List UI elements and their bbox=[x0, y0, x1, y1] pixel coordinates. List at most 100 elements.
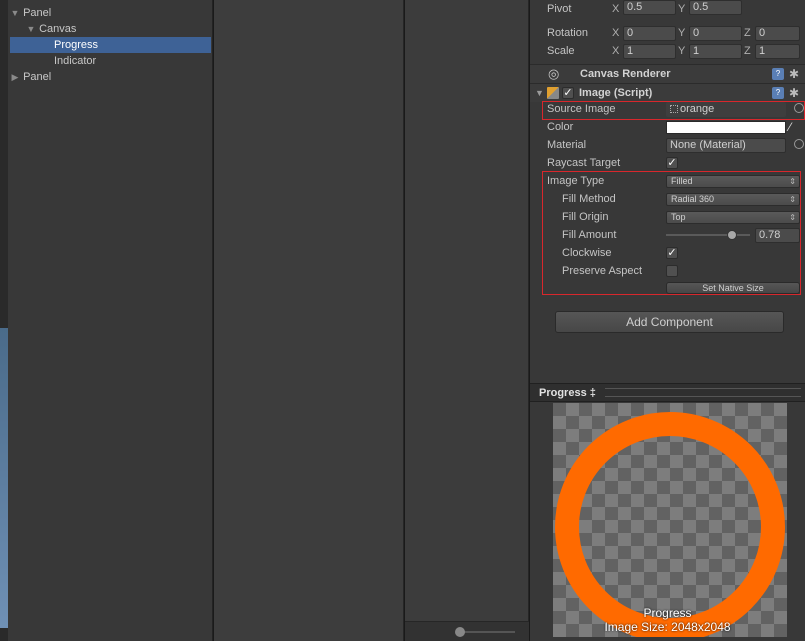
fill-origin-label: Fill Origin bbox=[562, 211, 609, 223]
left-edge-strip bbox=[0, 0, 8, 641]
clockwise-checkbox[interactable]: ✓ bbox=[666, 247, 678, 259]
dropdown-arrow-icon: ⇕ bbox=[789, 177, 796, 186]
color-swatch[interactable] bbox=[666, 121, 786, 134]
scale-x-axis: X bbox=[612, 45, 620, 57]
fill-amount-label: Fill Amount bbox=[562, 229, 617, 241]
hierarchy-item-label: Canvas bbox=[39, 23, 77, 35]
enable-checkbox[interactable]: ✓ bbox=[562, 87, 574, 99]
blue-edge-fill bbox=[0, 328, 8, 628]
pivot-label: Pivot bbox=[547, 3, 572, 15]
source-image-value: orange bbox=[680, 103, 715, 115]
hierarchy-item-label: Panel bbox=[23, 7, 52, 19]
hierarchy-item-panel-2[interactable]: ▶ Panel bbox=[10, 69, 211, 85]
source-image-row: Source Image orange bbox=[530, 100, 805, 118]
rotation-y-field[interactable]: 0 bbox=[689, 26, 742, 41]
fill-origin-value: Top bbox=[671, 212, 686, 222]
source-image-field[interactable]: orange bbox=[666, 102, 786, 117]
fill-method-dropdown[interactable]: Radial 360 ⇕ bbox=[666, 193, 800, 206]
rotation-x-axis: X bbox=[612, 27, 620, 39]
color-row: Color ⁄ bbox=[530, 118, 805, 136]
material-row: Material None (Material) bbox=[530, 136, 805, 154]
fill-amount-slider-track[interactable] bbox=[666, 234, 750, 236]
set-native-size-button[interactable]: Set Native Size bbox=[666, 282, 800, 294]
pivot-x-field[interactable]: 0.5 bbox=[623, 0, 676, 15]
scale-x-field[interactable]: 1 bbox=[623, 44, 676, 59]
rotation-z-axis: Z bbox=[744, 27, 751, 39]
expand-arrow-icon[interactable]: ▼ bbox=[10, 5, 20, 21]
fill-origin-row: Fill Origin Top ⇕ bbox=[530, 208, 805, 226]
rotation-x-field[interactable]: 0 bbox=[623, 26, 676, 41]
color-label: Color bbox=[547, 121, 574, 133]
resize-grip[interactable] bbox=[605, 388, 801, 397]
raycast-target-checkbox[interactable]: ✓ bbox=[666, 157, 678, 169]
rotation-y-axis: Y bbox=[678, 27, 686, 39]
game-view[interactable] bbox=[405, 0, 529, 641]
gear-icon[interactable]: ✱ bbox=[789, 68, 801, 80]
raycast-target-row: Raycast Target ✓ bbox=[530, 154, 805, 172]
help-book-icon[interactable]: ? bbox=[772, 68, 784, 80]
material-field[interactable]: None (Material) bbox=[666, 138, 786, 153]
hierarchy-item-panel[interactable]: ▼ Panel bbox=[10, 5, 211, 21]
dropdown-arrow-icon: ⇕ bbox=[789, 213, 796, 222]
fill-origin-dropdown[interactable]: Top ⇕ bbox=[666, 211, 800, 224]
pivot-x-axis: X bbox=[612, 3, 620, 15]
pivot-row: Pivot X 0.5 Y 0.5 bbox=[530, 0, 805, 18]
rotation-row: Rotation X 0 Y 0 Z 0 bbox=[530, 24, 805, 42]
fill-method-row: Fill Method Radial 360 ⇕ bbox=[530, 190, 805, 208]
eyedropper-icon[interactable]: ⁄ bbox=[789, 118, 791, 136]
clockwise-row: Clockwise ✓ bbox=[530, 244, 805, 262]
canvas-renderer-title: Canvas Renderer bbox=[580, 68, 671, 80]
pivot-y-axis: Y bbox=[678, 3, 686, 15]
preview-caption-name: Progress bbox=[643, 606, 692, 620]
image-component-icon bbox=[547, 87, 559, 99]
image-type-dropdown[interactable]: Filled ⇕ bbox=[666, 175, 800, 188]
scale-y-axis: Y bbox=[678, 45, 686, 57]
expand-arrow-icon[interactable]: ▼ bbox=[26, 21, 36, 37]
fill-method-value: Radial 360 bbox=[671, 194, 715, 204]
preserve-aspect-label: Preserve Aspect bbox=[562, 265, 643, 277]
scale-z-axis: Z bbox=[744, 45, 751, 57]
fill-method-label: Fill Method bbox=[562, 193, 616, 205]
rotation-z-field[interactable]: 0 bbox=[755, 26, 800, 41]
material-label: Material bbox=[547, 139, 587, 151]
zoom-slider-track[interactable] bbox=[460, 631, 515, 633]
hierarchy-item-label: Panel bbox=[23, 71, 52, 83]
fill-amount-field[interactable]: 0.78 bbox=[755, 228, 800, 243]
inspector-panel: Pivot X 0.5 Y 0.5 Rotation X 0 Y 0 Z 0 S… bbox=[530, 0, 805, 383]
preview-header[interactable]: Progress ‡ bbox=[530, 384, 805, 402]
eye-icon: ◎ bbox=[548, 66, 560, 81]
scale-y-field[interactable]: 1 bbox=[689, 44, 742, 59]
help-book-icon[interactable]: ? bbox=[772, 87, 784, 99]
preserve-aspect-checkbox[interactable] bbox=[666, 265, 678, 277]
preview-panel: Progress ‡ Progress Image Size: 2048x204… bbox=[530, 383, 805, 641]
image-type-row: Image Type Filled ⇕ bbox=[530, 172, 805, 190]
scale-z-field[interactable]: 1 bbox=[755, 44, 800, 59]
fill-amount-row: Fill Amount 0.78 bbox=[530, 226, 805, 244]
clockwise-label: Clockwise bbox=[562, 247, 612, 259]
preserve-aspect-row: Preserve Aspect bbox=[530, 262, 805, 280]
hierarchy-item-canvas[interactable]: ▼ Canvas bbox=[10, 21, 211, 37]
image-type-label: Image Type bbox=[547, 175, 605, 187]
pivot-y-field[interactable]: 0.5 bbox=[689, 0, 742, 15]
preview-caption-size: Image Size: 2048x2048 bbox=[604, 620, 731, 634]
canvas-renderer-header[interactable]: ◎ Canvas Renderer ? ✱ bbox=[530, 64, 805, 83]
source-image-label: Source Image bbox=[547, 103, 616, 115]
object-picker-icon[interactable] bbox=[794, 139, 804, 149]
raycast-target-label: Raycast Target bbox=[547, 157, 621, 169]
fill-amount-slider-handle[interactable] bbox=[726, 230, 737, 240]
orange-ring bbox=[555, 412, 785, 637]
expand-arrow-icon[interactable]: ▶ bbox=[10, 69, 20, 85]
image-type-value: Filled bbox=[671, 176, 693, 186]
hierarchy-item-indicator[interactable]: Indicator bbox=[10, 53, 211, 69]
object-picker-icon[interactable] bbox=[794, 103, 804, 113]
zoom-slider-handle[interactable] bbox=[455, 627, 465, 637]
gear-icon[interactable]: ✱ bbox=[789, 87, 801, 99]
sprite-icon bbox=[670, 105, 678, 114]
add-component-button[interactable]: Add Component bbox=[555, 311, 784, 333]
scale-label: Scale bbox=[547, 45, 575, 57]
hierarchy-item-progress[interactable]: Progress bbox=[10, 37, 211, 53]
preview-menu-arrow-icon[interactable]: ‡ bbox=[590, 387, 596, 399]
scene-view[interactable] bbox=[214, 0, 404, 641]
hierarchy-item-label: Progress bbox=[54, 39, 99, 51]
scale-row: Scale X 1 Y 1 Z 1 bbox=[530, 42, 805, 60]
